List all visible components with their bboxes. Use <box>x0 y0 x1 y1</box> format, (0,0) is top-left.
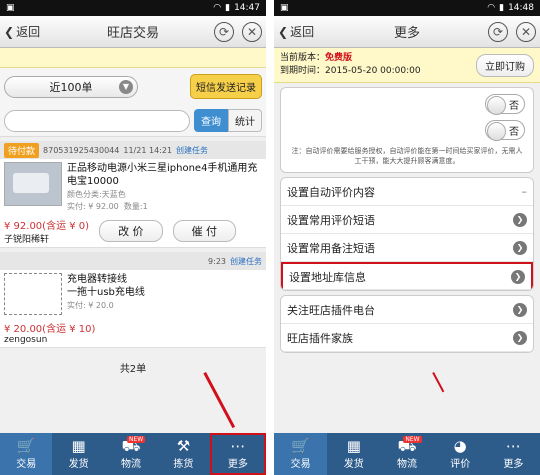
create-task-link[interactable]: 创建任务 <box>176 145 208 156</box>
refresh-icon[interactable]: ⟳ <box>488 21 508 42</box>
auto-review-note: 注：自动评价需要给服务授权，自动评价能在第一时间给买家评价，无需人工干预，能大大… <box>291 147 523 165</box>
box-icon: ▦ <box>71 436 86 455</box>
tab-more[interactable]: ⋯ 更多 <box>209 433 266 475</box>
annotation-arrow <box>432 372 445 393</box>
menu-follow-radio[interactable]: 关注旺店插件电台 ❯ <box>281 296 533 324</box>
battery-icon: ▮ <box>225 3 231 13</box>
notification-icon: ▣ <box>280 3 289 13</box>
menu-plugin-family[interactable]: 旺店插件家族 ❯ <box>281 324 533 352</box>
plugin-menu: 关注旺店插件电台 ❯ 旺店插件家族 ❯ <box>280 295 534 353</box>
chevron-left-icon: ❮ <box>278 24 289 39</box>
more-icon: ⋯ <box>230 436 246 455</box>
wifi-icon: ◠ <box>213 3 222 13</box>
product-spec: 颜色分类:天蓝色 <box>67 190 126 199</box>
tab-more[interactable]: ⋯ 更多 <box>487 433 540 475</box>
tab-ship[interactable]: ▦ 发货 <box>52 433 104 475</box>
new-badge: NEW <box>127 436 146 443</box>
order-time: 11/21 14:21 <box>123 145 173 155</box>
subscribe-button[interactable]: 立即订购 <box>476 53 534 77</box>
toggle-switch-1[interactable]: 否 <box>485 94 525 115</box>
bottom-tab-bar: 🛒 交易 ▦ 发货 NEW ⛟ 物流 ⚒ 拣货 ⋯ 更多 <box>0 433 266 475</box>
tab-ship[interactable]: ▦ 发货 <box>327 433 380 475</box>
order-card-1[interactable]: 待付款 870531925430044 11/21 14:21 创建任务 正品移… <box>0 141 266 248</box>
menu-review-phrases[interactable]: 设置常用评价短语 ❯ <box>281 206 533 234</box>
back-button[interactable]: ❮ 返回 <box>4 23 40 40</box>
title-bar: ❮ 返回 旺店交易 ⟳ ✕ <box>0 16 266 48</box>
version-panel: 当前版本：免费版 到期时间：2015-05-20 00:00:00 立即订购 <box>274 48 540 83</box>
buyer-name: 子锐阳稀轩 <box>4 235 50 245</box>
cart-icon: 🛒 <box>16 436 36 455</box>
settings-menu: 设置自动评价内容 – 设置常用评价短语 ❯ 设置常用备注短语 ❯ 设置地址库信息 ❯ <box>280 177 534 291</box>
menu-address-library[interactable]: 设置地址库信息 ❯ <box>281 262 533 290</box>
tab-trade[interactable]: 🛒 交易 <box>0 433 53 475</box>
status-badge: 待付款 <box>4 142 40 158</box>
hammer-icon: ⚒ <box>176 436 191 455</box>
close-icon[interactable]: ✕ <box>516 21 536 42</box>
sms-records-button[interactable]: 短信发送记录 <box>190 74 262 99</box>
product-title: 一拖十usb充电线 <box>67 287 145 298</box>
product-image <box>4 162 62 206</box>
chevron-right-icon: ❯ <box>511 269 525 284</box>
paid-amount: 实付: ¥ 20.0 <box>67 301 114 310</box>
change-price-button[interactable]: 改 价 <box>99 220 163 242</box>
order-price: ¥ 92.00(含运 ¥ 0) <box>4 221 90 232</box>
chevron-left-icon: ❮ <box>4 24 15 39</box>
chevron-right-icon: ❯ <box>513 240 527 255</box>
toggle-switch-2[interactable]: 否 <box>485 120 525 141</box>
left-phone-screen: ▣ ◠ ▮ 14:47 ❮ 返回 旺店交易 ⟳ ✕ 近100单 ▼ 短信发送记录 查… <box>0 0 266 475</box>
quantity: 数量:1 <box>123 202 148 211</box>
search-input[interactable] <box>4 109 190 132</box>
version-value: 免费版 <box>325 53 353 63</box>
box-icon: ▦ <box>346 436 361 455</box>
buyer-name: zengosun <box>4 335 48 345</box>
tab-logistics[interactable]: NEW ⛟ 物流 <box>380 433 433 475</box>
chevron-right-icon: ❯ <box>513 302 527 317</box>
right-phone-screen: ▣ ◠ ▮ 14:48 ❮ 返回 更多 ⟳ ✕ 当前版本：免费版 到期时间：201… <box>274 0 540 475</box>
expire-value: 2015-05-20 00:00:00 <box>325 66 421 76</box>
bottom-tab-bar: 🛒 交易 ▦ 发货 NEW ⛟ 物流 ◕ 评价 ⋯ 更多 <box>274 433 540 475</box>
auto-review-settings: 否 否 注：自动评价需要给服务授权，自动评价能在第一时间给买家评价，无需人工干预… <box>280 87 534 173</box>
status-bar: ▣ ◠ ▮ 14:48 <box>274 0 540 16</box>
battery-icon: ▮ <box>499 3 505 13</box>
query-button[interactable]: 查询 <box>194 109 228 132</box>
tab-pick[interactable]: ⚒ 拣货 <box>157 433 209 475</box>
menu-note-phrases[interactable]: 设置常用备注短语 ❯ <box>281 234 533 262</box>
product-title: 正品移动电源小米三星iphone4手机通用充电宝10000 <box>67 163 258 187</box>
close-icon[interactable]: ✕ <box>242 21 262 42</box>
order-time: 9:23 <box>208 256 226 266</box>
tab-logistics[interactable]: NEW ⛟ 物流 <box>105 433 157 475</box>
product-image <box>4 273 62 315</box>
cart-icon: 🛒 <box>291 436 310 455</box>
chevron-right-icon: ❯ <box>513 330 527 345</box>
order-price: ¥ 20.00(含运 ¥ 10) <box>4 324 96 335</box>
clock: 14:47 <box>234 3 260 13</box>
stats-button[interactable]: 统计 <box>228 109 262 132</box>
menu-auto-review-content[interactable]: 设置自动评价内容 – <box>281 178 533 206</box>
order-range-select[interactable]: 近100单 ▼ <box>4 75 138 98</box>
product-title-line1: 充电器转接线 <box>67 274 127 285</box>
pacman-icon: ◕ <box>453 436 467 455</box>
status-bar: ▣ ◠ ▮ 14:47 <box>0 0 266 16</box>
notification-icon: ▣ <box>6 3 15 13</box>
order-card-2[interactable]: 9:23 创建任务 充电器转接线 一拖十usb充电线 实付: ¥ 20.0 ¥ … <box>0 252 266 348</box>
wifi-icon: ◠ <box>487 3 496 13</box>
new-badge: NEW <box>403 436 422 443</box>
more-icon: ⋯ <box>505 436 521 455</box>
order-total: 共2单 <box>119 364 147 375</box>
title-bar: ❮ 返回 更多 ⟳ ✕ <box>274 16 540 48</box>
refresh-icon[interactable]: ⟳ <box>214 21 234 42</box>
remind-pay-button[interactable]: 催 付 <box>172 220 237 242</box>
annotation-arrow <box>203 372 236 429</box>
tab-review[interactable]: ◕ 评价 <box>434 433 487 475</box>
create-task-link[interactable]: 创建任务 <box>230 256 262 267</box>
tab-trade[interactable]: 🛒 交易 <box>274 433 328 475</box>
order-number: 870531925430044 <box>43 145 120 155</box>
back-button[interactable]: ❮ 返回 <box>278 23 314 40</box>
paid-amount: 实付: ¥ 92.00 <box>67 202 119 211</box>
notice-band <box>0 48 266 68</box>
chevron-down-icon: ▼ <box>119 79 133 94</box>
clock: 14:48 <box>508 3 534 13</box>
chevron-right-icon: ❯ <box>513 212 527 227</box>
